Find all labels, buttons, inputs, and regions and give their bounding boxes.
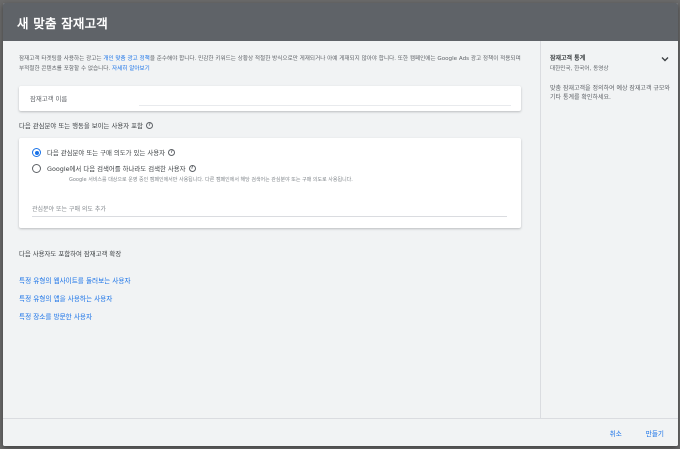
policy-intro: 잠재고객 타겟팅을 사용하는 광고는 개인 맞춤 광고 정책을 준수해야 합니다… [19, 54, 523, 74]
insights-description: 맞춤 잠재고객을 정의하여 예상 잠재고객 규모와 기타 통계를 확인하세요. [550, 85, 670, 101]
new-custom-audience-dialog: 새 맞춤 잠재고객 잠재고객 타겟팅을 사용하는 광고는 개인 맞춤 광고 정책… [3, 3, 678, 446]
help-icon[interactable]: ? [188, 165, 196, 172]
expand-link-websites[interactable]: 특정 유형의 웹사이트를 둘러보는 사용자 [19, 275, 523, 285]
interest-input[interactable]: 관심분야 또는 구매 의도 추가 [32, 204, 507, 217]
dialog-body: 잠재고객 타겟팅을 사용하는 광고는 개인 맞춤 광고 정책을 준수해야 합니다… [3, 41, 678, 418]
radio-option-interests-label: 다음 관심분야 또는 구매 의도가 있는 사용자 [47, 149, 166, 157]
radio-option-searches[interactable]: Google에서 다음 검색어를 하나라도 검색한 사용자 ? [32, 164, 508, 173]
help-icon[interactable]: ? [168, 149, 176, 156]
intro-text-1: 잠재고객 타겟팅을 사용하는 광고는 [19, 56, 104, 62]
audience-name-underline [139, 105, 511, 106]
searches-option-note: Google 서비스를 대상으로 운영 중인 캠페인에서만 사용됩니다. 다른 … [69, 177, 353, 183]
interest-section-text: 다음 관심분야 또는 행동을 보이는 사용자 포함 [19, 122, 143, 130]
audience-insights-panel: 잠재고객 통계 대한민국, 한국어, 동영상 맞춤 잠재고객을 정의하여 예상 … [541, 41, 678, 418]
expand-links: 특정 유형의 웹사이트를 둘러보는 사용자 특정 유형의 앱을 사용하는 사용자… [19, 275, 523, 321]
main-form: 잠재고객 타겟팅을 사용하는 광고는 개인 맞춤 광고 정책을 준수해야 합니다… [3, 41, 541, 418]
radio-selected-icon[interactable] [32, 148, 41, 157]
dialog-footer: 취소 만들기 [3, 418, 678, 446]
learn-more-link[interactable]: 자세히 알아보기 [112, 66, 150, 72]
expand-link-places[interactable]: 특정 장소를 방문한 사용자 [19, 311, 523, 321]
help-icon[interactable]: ? [145, 122, 153, 129]
policy-link[interactable]: 개인 맞춤 광고 정책 [103, 56, 150, 62]
interest-options-card: 다음 관심분야 또는 구매 의도가 있는 사용자 ? Google에서 다음 검… [19, 138, 521, 228]
dialog-title-bar: 새 맞춤 잠재고객 [3, 3, 678, 41]
insights-title: 잠재고객 통계 [550, 55, 586, 62]
cancel-button[interactable]: 취소 [610, 428, 622, 438]
insights-subtitle: 대한민국, 한국어, 동영상 [550, 66, 609, 72]
radio-option-searches-label: Google에서 다음 검색어를 하나라도 검색한 사용자 [47, 165, 186, 173]
expand-link-apps[interactable]: 특정 유형의 앱을 사용하는 사용자 [19, 293, 523, 303]
radio-option-interests[interactable]: 다음 관심분야 또는 구매 의도가 있는 사용자 ? [32, 148, 508, 157]
dialog-title: 새 맞춤 잠재고객 [17, 15, 109, 31]
audience-name-field[interactable]: 잠재고객 이름 [19, 86, 521, 111]
interest-section-label: 다음 관심분야 또는 행동을 보이는 사용자 포함 ? [19, 121, 523, 130]
create-button[interactable]: 만들기 [646, 428, 664, 438]
audience-name-label: 잠재고객 이름 [30, 95, 68, 103]
radio-unselected-icon[interactable] [32, 164, 41, 173]
expand-section-label: 다음 사용자도 포함하여 잠재고객 확장 [19, 250, 122, 258]
chevron-down-icon[interactable] [660, 54, 670, 64]
insights-header[interactable]: 잠재고객 통계 대한민국, 한국어, 동영상 [550, 53, 670, 72]
